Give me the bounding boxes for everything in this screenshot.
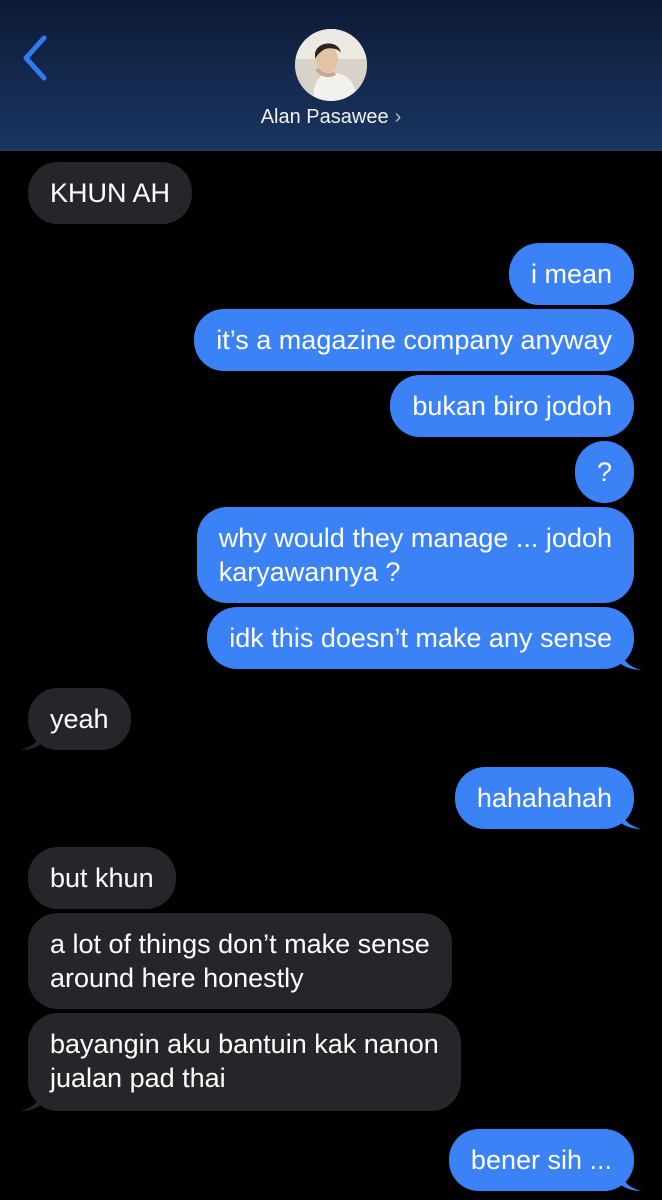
message-text-line-1: bayangin aku bantuin kak nanon: [50, 1029, 439, 1059]
message-text-line-1: a lot of things don’t make sense: [50, 929, 430, 959]
message-bubble-outgoing[interactable]: bener sih ...: [448, 1129, 634, 1191]
message-text: bukan biro jodoh: [412, 391, 612, 421]
message-text: but khun: [50, 863, 154, 893]
message-text: ?: [596, 457, 612, 487]
message-text-line-2: jualan pad thai: [50, 1063, 226, 1093]
bubble-tail-outgoing: [620, 1170, 642, 1192]
message-text: idk this doesn’t make any sense: [229, 623, 612, 653]
message-bubble-outgoing[interactable]: idk this doesn’t make any sense: [207, 607, 634, 669]
avatar[interactable]: [295, 29, 367, 101]
bubble-tail-incoming: [20, 1090, 42, 1112]
message-text-line-2: karyawannya ?: [218, 557, 401, 587]
message-bubble-incoming[interactable]: KHUN AH: [28, 162, 193, 224]
chevron-left-icon: [23, 35, 47, 81]
message-bubble-incoming[interactable]: yeah: [28, 688, 131, 750]
message-bubble-outgoing[interactable]: it’s a magazine company anyway: [194, 309, 634, 371]
message-bubble-outgoing[interactable]: bukan biro jodoh: [390, 375, 634, 437]
message-bubble-outgoing[interactable]: i mean: [508, 243, 634, 305]
chevron-right-icon: ›: [394, 106, 402, 128]
bubble-tail-incoming: [20, 729, 42, 751]
message-bubble-outgoing[interactable]: hahahahah: [454, 767, 634, 829]
message-text-line-1: why would they manage ... jodoh: [218, 523, 612, 553]
message-bubble-incoming[interactable]: bayangin aku bantuin kak nanon jualan pa…: [28, 1013, 461, 1111]
message-text: it’s a magazine company anyway: [216, 325, 612, 355]
contact-name: Alan Pasawee: [260, 106, 389, 128]
message-bubble-outgoing[interactable]: why would they manage ... jodoh karyawan…: [196, 507, 634, 603]
message-bubble-incoming[interactable]: but khun: [28, 847, 176, 909]
message-bubble-outgoing[interactable]: ?: [574, 441, 634, 503]
message-text: hahahahah: [476, 783, 612, 813]
message-text-line-2: around here honestly: [50, 963, 304, 993]
message-text: bener sih ...: [470, 1145, 612, 1175]
bubble-tail-outgoing: [620, 808, 642, 830]
message-bubble-incoming[interactable]: a lot of things don’t make sense around …: [28, 913, 452, 1009]
conversation-header: Alan Pasawee ›: [0, 0, 662, 151]
message-text: yeah: [50, 704, 109, 734]
message-text: KHUN AH: [50, 178, 171, 208]
bubble-tail-outgoing: [620, 649, 642, 671]
contact-name-button[interactable]: Alan Pasawee ›: [0, 106, 662, 129]
message-text: i mean: [530, 259, 612, 289]
back-button[interactable]: [14, 30, 60, 86]
contact-photo: [295, 29, 367, 101]
